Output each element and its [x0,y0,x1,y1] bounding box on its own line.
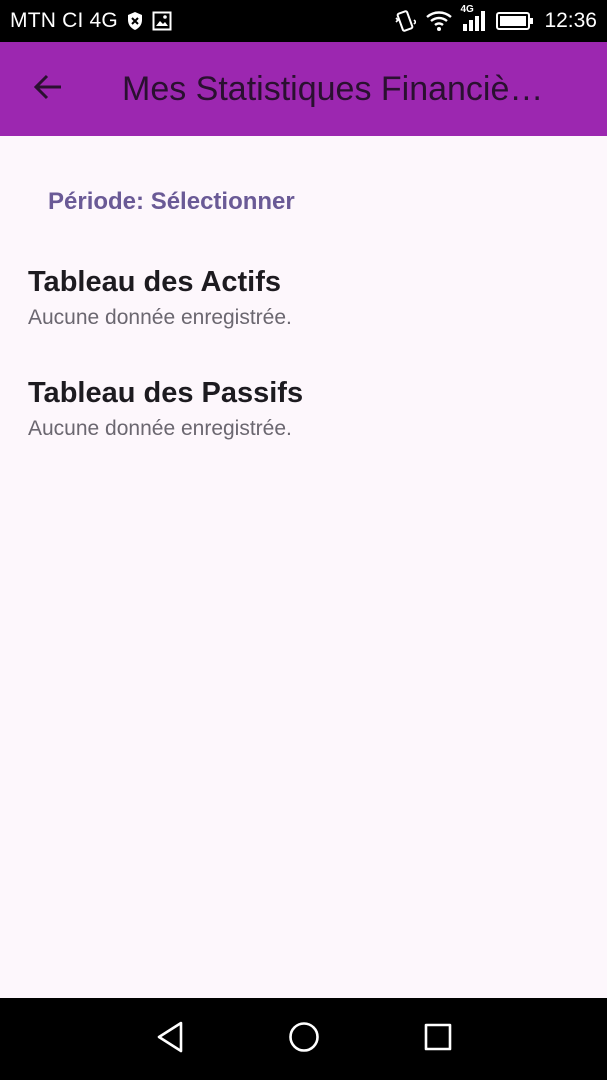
nav-home-button[interactable] [286,1021,322,1057]
liabilities-section: Tableau des Passifs Aucune donnée enregi… [28,375,303,441]
recents-square-icon [424,1023,452,1056]
wifi-icon [426,11,453,31]
system-nav-bar [0,998,607,1080]
page-title: Mes Statistiques Financiè… [122,69,544,108]
back-button[interactable] [18,59,78,119]
carrier-label: MTN CI 4G [10,9,118,32]
clock: 12:36 [544,9,597,32]
nav-recents-button[interactable] [420,1021,456,1057]
assets-empty-text: Aucune donnée enregistrée. [28,306,292,329]
status-bar: MTN CI 4G 4G 12:36 [0,0,607,42]
back-triangle-icon [156,1021,184,1058]
liabilities-section-title: Tableau des Passifs [28,377,304,409]
liabilities-empty-text: Aucune donnée enregistrée. [28,417,292,440]
app-bar: Mes Statistiques Financiè… [0,42,607,136]
image-icon [152,11,172,31]
main-content: Période: Sélectionner Tableau des Actifs… [0,136,607,998]
assets-section-title: Tableau des Actifs [28,266,282,298]
period-select-button[interactable]: Période: Sélectionner [28,176,315,228]
arrow-left-icon [33,74,63,105]
nav-back-button[interactable] [152,1021,188,1057]
shield-icon [126,11,144,31]
screen: MTN CI 4G 4G 12:36 Mes Statistiques Fina… [0,0,607,1080]
battery-icon [496,11,534,31]
assets-section: Tableau des Actifs Aucune donnée enregis… [28,264,292,330]
status-left: MTN CI 4G [10,9,172,33]
home-circle-icon [288,1021,320,1058]
signal-icon: 4G [460,4,486,32]
vibrate-icon [394,9,417,33]
network-type-label: 4G [460,4,474,15]
status-right: 4G 12:36 [394,4,597,33]
